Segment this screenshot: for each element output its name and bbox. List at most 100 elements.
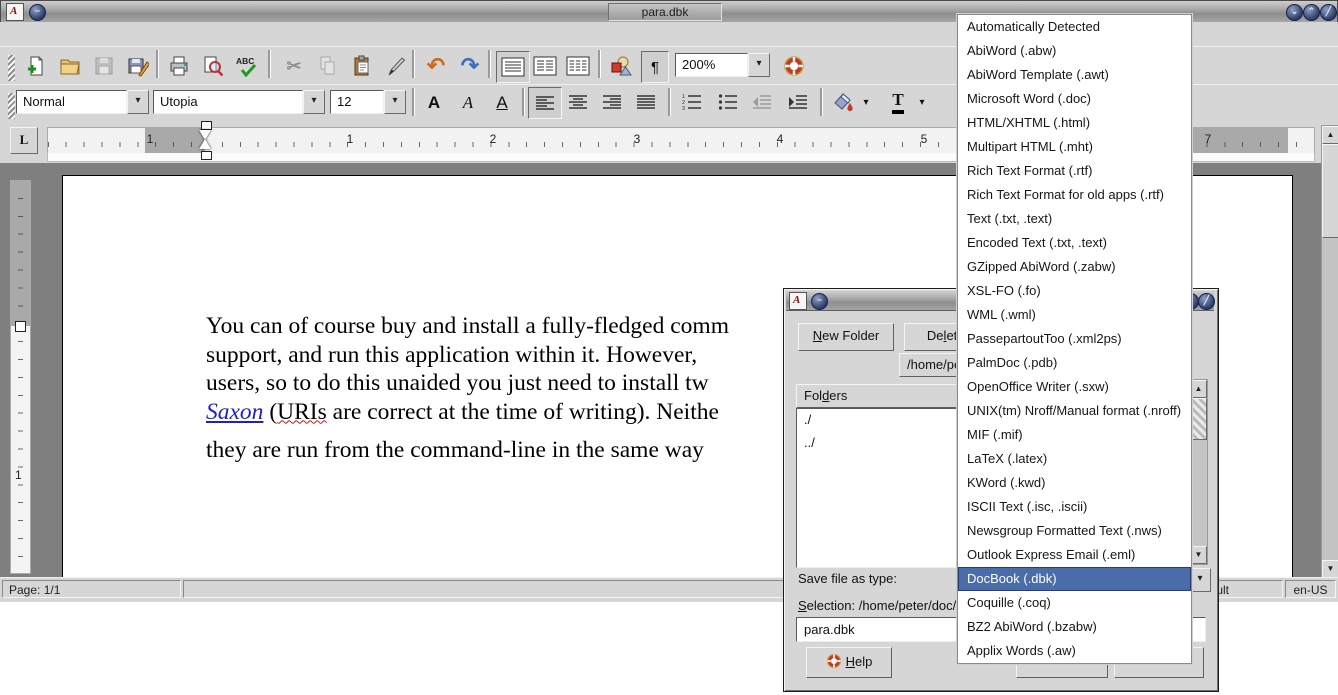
menu-item[interactable] xyxy=(22,28,44,35)
zoom-value[interactable]: 200% xyxy=(675,53,748,77)
menu-item[interactable] xyxy=(110,28,132,35)
file-format-option[interactable]: Rich Text Format (.rtf) xyxy=(958,159,1191,183)
bullet-list-button[interactable] xyxy=(712,87,744,117)
maximize-button[interactable]: ⌃ xyxy=(1303,4,1320,21)
dialog-window-menu-button[interactable]: − xyxy=(811,293,828,310)
vertical-ruler[interactable]: 1 xyxy=(10,180,31,574)
file-format-option[interactable]: DocBook (.dbk) xyxy=(958,567,1191,591)
menu-item[interactable] xyxy=(132,28,154,35)
new-folder-button[interactable]: New Folder xyxy=(798,323,894,351)
file-format-option[interactable]: PalmDoc (.pdb) xyxy=(958,351,1191,375)
file-format-option[interactable]: Rich Text Format for old apps (.rtf) xyxy=(958,183,1191,207)
file-format-option[interactable]: Multipart HTML (.mht) xyxy=(958,135,1191,159)
minimize-button[interactable]: ⌄ xyxy=(1286,4,1303,21)
text-color-arrow-icon[interactable]: ▾ xyxy=(914,87,930,117)
file-format-option[interactable]: BZ2 AbiWord (.bzabw) xyxy=(958,615,1191,639)
file-format-option[interactable]: UNIX(tm) Nroff/Manual format (.nroff) xyxy=(958,399,1191,423)
save-as-button[interactable] xyxy=(122,51,154,81)
file-format-option[interactable]: Automatically Detected xyxy=(958,15,1191,39)
font-size-dropdown-arrow-icon[interactable]: ▾ xyxy=(384,90,406,114)
file-format-option[interactable]: Applix Words (.aw) xyxy=(958,639,1191,663)
align-right-button[interactable] xyxy=(596,87,628,117)
scrollbar-thumb[interactable] xyxy=(1190,398,1207,440)
highlight-color-button[interactable] xyxy=(828,87,858,117)
paste-button[interactable] xyxy=(346,51,378,81)
right-margin-band[interactable] xyxy=(1187,128,1288,153)
show-formatting-marks-button[interactable]: ¶ xyxy=(641,51,669,83)
left-margin-band[interactable] xyxy=(145,128,205,153)
file-format-option[interactable]: OpenOffice Writer (.sxw) xyxy=(958,375,1191,399)
bold-button[interactable]: A xyxy=(418,87,450,117)
align-center-button[interactable] xyxy=(562,87,594,117)
one-column-view-button[interactable] xyxy=(496,51,530,83)
top-margin-marker[interactable] xyxy=(15,321,26,332)
file-format-option[interactable]: AbiWord (.abw) xyxy=(958,39,1191,63)
indent-marker[interactable] xyxy=(199,121,212,160)
window-menu-button[interactable]: − xyxy=(29,4,46,21)
help-button[interactable] xyxy=(778,51,810,81)
file-type-arrow-icon[interactable]: ▾ xyxy=(1189,568,1211,592)
font-combo[interactable]: Utopia ▾ xyxy=(153,90,325,114)
language-indicator[interactable]: en-US xyxy=(1285,580,1336,598)
zoom-dropdown-arrow-icon[interactable]: ▾ xyxy=(748,53,770,77)
highlight-color-arrow-icon[interactable]: ▾ xyxy=(858,87,874,117)
file-format-option[interactable]: Outlook Express Email (.eml) xyxy=(958,543,1191,567)
menu-item[interactable] xyxy=(66,28,88,35)
insert-shapes-button[interactable] xyxy=(605,51,637,81)
align-justify-button[interactable] xyxy=(630,87,662,117)
new-document-button[interactable] xyxy=(20,51,52,81)
font-dropdown-arrow-icon[interactable]: ▾ xyxy=(303,90,325,114)
scroll-up-icon[interactable]: ▲ xyxy=(1190,380,1207,398)
increase-indent-button[interactable] xyxy=(782,87,814,117)
style-value[interactable]: Normal xyxy=(16,90,127,114)
style-dropdown-arrow-icon[interactable]: ▾ xyxy=(127,90,149,114)
tab-selector-button[interactable]: L xyxy=(10,127,38,154)
menu-item[interactable] xyxy=(44,28,66,35)
file-format-option[interactable]: LaTeX (.latex) xyxy=(958,447,1191,471)
file-format-option[interactable]: XSL-FO (.fo) xyxy=(958,279,1191,303)
menu-item[interactable] xyxy=(0,28,22,35)
spellcheck-button[interactable]: ABC xyxy=(231,51,263,81)
align-left-button[interactable] xyxy=(528,87,562,119)
font-value[interactable]: Utopia xyxy=(153,90,303,114)
undo-button[interactable]: ↶ xyxy=(420,51,452,81)
toolbar-handle[interactable] xyxy=(8,55,15,81)
redo-button[interactable]: ↷ xyxy=(454,51,486,81)
font-size-combo[interactable]: 12 ▾ xyxy=(330,90,406,114)
numbered-list-button[interactable]: 123 xyxy=(676,87,708,117)
file-format-option[interactable]: MIF (.mif) xyxy=(958,423,1191,447)
file-format-option[interactable]: KWord (.kwd) xyxy=(958,471,1191,495)
file-format-option[interactable]: Microsoft Word (.doc) xyxy=(958,87,1191,111)
italic-button[interactable]: A xyxy=(452,87,484,117)
scroll-up-icon[interactable]: ▲ xyxy=(1322,126,1338,144)
menu-item[interactable] xyxy=(88,28,110,35)
print-button[interactable] xyxy=(163,51,195,81)
file-format-option[interactable]: ISCII Text (.isc, .iscii) xyxy=(958,495,1191,519)
scroll-down-icon[interactable]: ▼ xyxy=(1322,560,1338,578)
file-format-option[interactable]: GZipped AbiWord (.zabw) xyxy=(958,255,1191,279)
print-preview-button[interactable] xyxy=(197,51,229,81)
scroll-down-icon[interactable]: ▼ xyxy=(1190,546,1207,564)
zoom-combo[interactable]: 200% ▾ xyxy=(675,53,770,77)
menu-item[interactable] xyxy=(176,28,198,35)
dialog-close-button[interactable]: ╱ xyxy=(1198,293,1215,310)
open-button[interactable] xyxy=(54,51,86,81)
text-color-button[interactable]: T xyxy=(884,87,912,117)
three-column-view-button[interactable] xyxy=(562,51,594,81)
two-column-view-button[interactable] xyxy=(529,51,561,81)
file-format-option[interactable]: Newsgroup Formatted Text (.nws) xyxy=(958,519,1191,543)
toolbar-handle[interactable] xyxy=(8,93,15,119)
file-format-option[interactable]: WML (.wml) xyxy=(958,303,1191,327)
stylus-button[interactable] xyxy=(380,51,412,81)
file-format-option[interactable]: AbiWord Template (.awt) xyxy=(958,63,1191,87)
font-size-value[interactable]: 12 xyxy=(330,90,384,114)
file-format-option[interactable]: Text (.txt, .text) xyxy=(958,207,1191,231)
close-button[interactable]: ╱ xyxy=(1320,4,1337,21)
file-format-option[interactable]: PassepartoutToo (.xml2ps) xyxy=(958,327,1191,351)
scrollbar-thumb[interactable] xyxy=(1322,144,1338,238)
file-format-option[interactable]: Encoded Text (.txt, .text) xyxy=(958,231,1191,255)
hyperlink[interactable]: Saxon xyxy=(206,399,263,425)
main-scrollbar[interactable]: ▲ ▼ xyxy=(1321,125,1338,579)
file-format-option[interactable]: Coquille (.coq) xyxy=(958,591,1191,615)
menu-item[interactable] xyxy=(154,28,176,35)
